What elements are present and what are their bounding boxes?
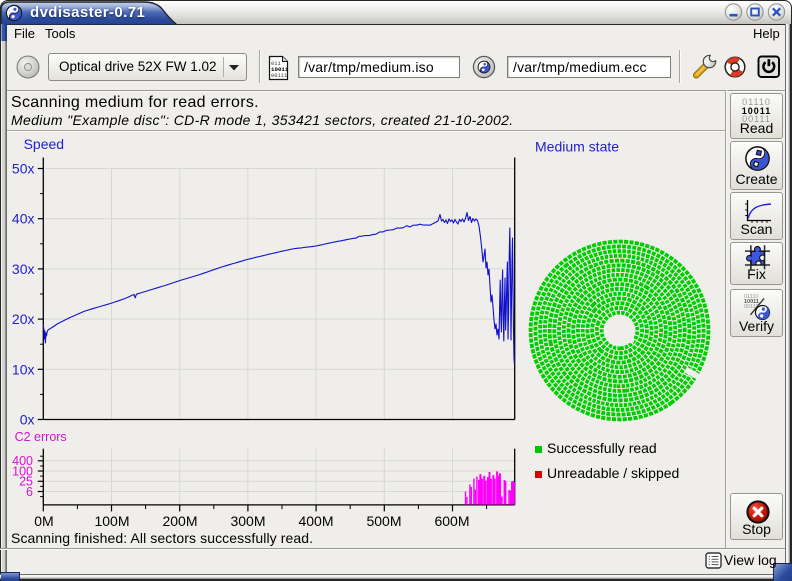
svg-text:200M: 200M [162, 513, 197, 529]
svg-text:300M: 300M [230, 513, 265, 529]
svg-text:Medium state: Medium state [535, 139, 619, 155]
svg-text:0M: 0M [34, 513, 53, 529]
svg-text:500M: 500M [366, 513, 401, 529]
svg-text:30x: 30x [12, 261, 35, 277]
svg-text:50x: 50x [12, 161, 35, 177]
svg-text:10x: 10x [12, 361, 35, 377]
svg-text:600M: 600M [434, 513, 469, 529]
svg-text:400M: 400M [298, 513, 333, 529]
svg-text:10011: 10011 [271, 66, 289, 73]
svg-text:0x: 0x [20, 412, 35, 428]
svg-text:Speed: Speed [24, 136, 64, 152]
svg-text:C2 errors: C2 errors [15, 430, 67, 444]
svg-text:6: 6 [26, 485, 33, 499]
svg-text:100M: 100M [94, 513, 129, 529]
svg-text:00111: 00111 [271, 73, 287, 79]
svg-text:20x: 20x [12, 311, 35, 327]
svg-text:40x: 40x [12, 211, 35, 227]
